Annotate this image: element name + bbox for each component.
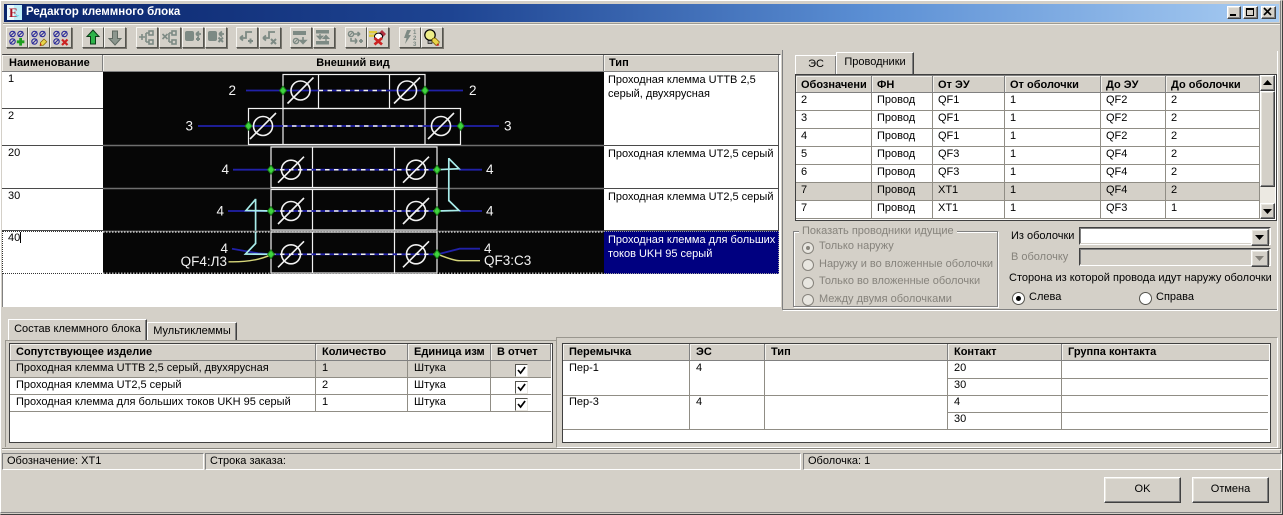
svg-text:E: E — [9, 5, 18, 20]
svg-text:3: 3 — [504, 119, 512, 134]
svg-text:4: 4 — [221, 162, 229, 177]
svg-text:4: 4 — [216, 204, 224, 219]
svg-text:QF3:C3: QF3:C3 — [484, 253, 531, 268]
svg-text:QF4:Л3: QF4:Л3 — [181, 254, 227, 269]
svg-text:3: 3 — [185, 119, 193, 134]
svg-text:2: 2 — [469, 83, 477, 98]
svg-text:4: 4 — [486, 204, 494, 219]
svg-text:4: 4 — [486, 162, 494, 177]
svg-text:3: 3 — [413, 42, 417, 47]
svg-text:2: 2 — [228, 83, 236, 98]
